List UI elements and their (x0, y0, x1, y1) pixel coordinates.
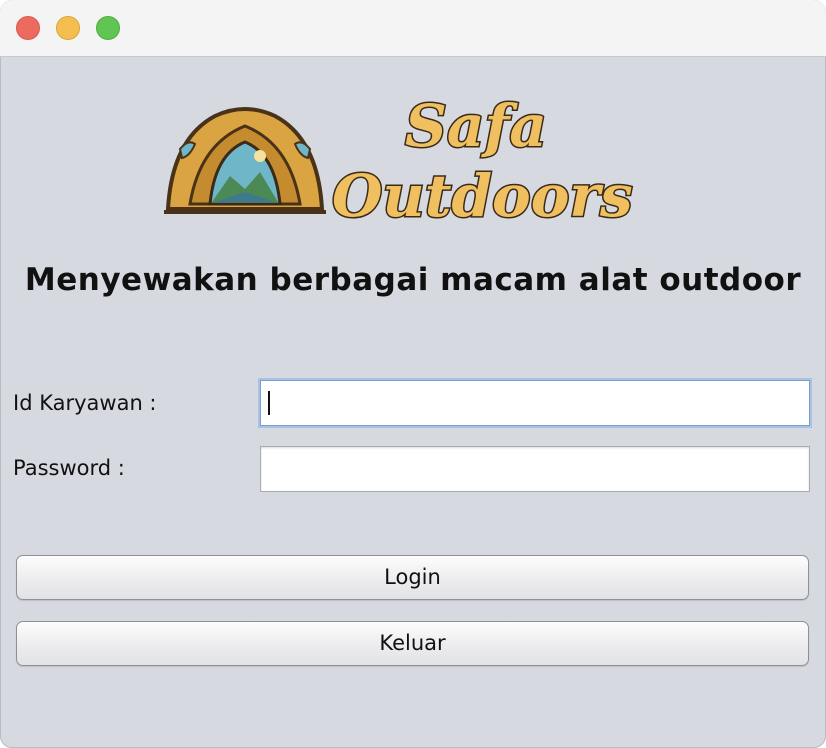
minimize-window-button[interactable] (56, 16, 80, 40)
login-button[interactable]: Login (16, 555, 809, 600)
logo-word-outdoors: Outdoors (332, 162, 633, 230)
tent-icon (164, 107, 326, 214)
title-bar (0, 0, 826, 57)
close-window-button[interactable] (16, 16, 40, 40)
exit-button[interactable]: Keluar (16, 621, 809, 666)
tagline-heading: Menyewakan berbagai macam alat outdoor (24, 262, 802, 298)
password-label: Password : (13, 456, 125, 480)
maximize-window-button[interactable] (96, 16, 120, 40)
login-window: Safa Outdoors Menyewakan berbagai macam … (0, 0, 826, 748)
text-cursor (268, 391, 270, 415)
employee-id-label: Id Karyawan : (13, 391, 157, 415)
logo-word-safa: Safa (405, 92, 547, 160)
password-input[interactable] (260, 446, 810, 492)
employee-id-input[interactable] (260, 380, 810, 426)
safa-outdoors-logo: Safa Outdoors (164, 91, 634, 232)
